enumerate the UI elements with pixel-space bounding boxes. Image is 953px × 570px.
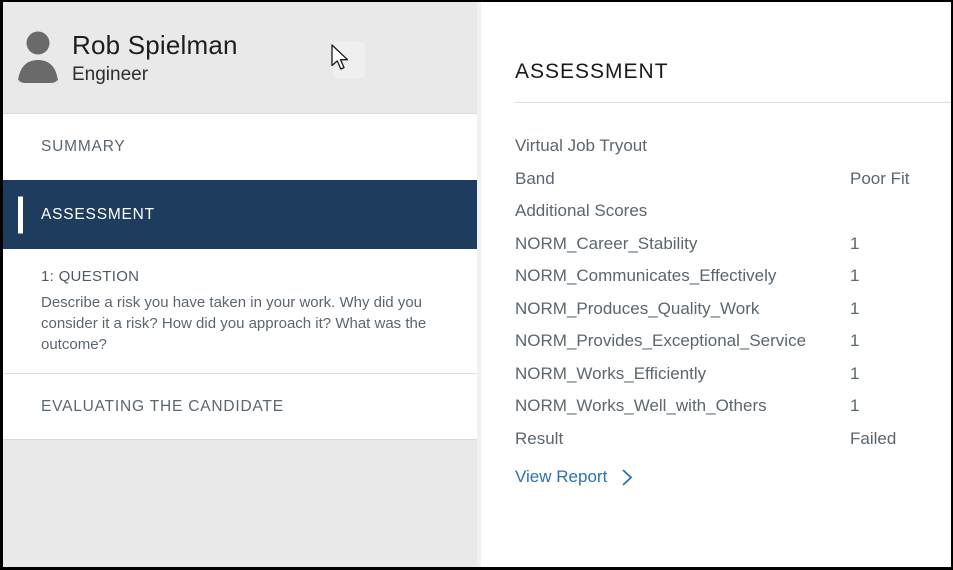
candidate-text-block: Rob Spielman Engineer [72, 30, 238, 86]
sidebar-item-label: ASSESSMENT [41, 206, 155, 224]
chevron-right-icon [621, 468, 633, 487]
score-label: Additional Scores [515, 201, 850, 221]
app-window: Rob Spielman Engineer SUMMARY ASSESSMENT… [0, 0, 953, 570]
score-row: Virtual Job Tryout [515, 130, 951, 163]
candidate-header: Rob Spielman Engineer [3, 2, 477, 114]
score-label: Band [515, 169, 850, 189]
sidebar: Rob Spielman Engineer SUMMARY ASSESSMENT… [3, 2, 477, 567]
view-report-label: View Report [515, 467, 607, 487]
active-indicator [18, 196, 23, 233]
sidebar-question-item[interactable]: 1: QUESTION Describe a risk you have tak… [3, 249, 477, 374]
score-value: 1 [850, 364, 951, 384]
score-label: Result [515, 429, 850, 449]
score-value: Poor Fit [850, 169, 951, 189]
assessment-panel: ASSESSMENT Virtual Job Tryout Band Poor … [481, 2, 951, 567]
score-row: NORM_Works_Well_with_Others 1 [515, 390, 951, 423]
panel-title: ASSESSMENT [515, 59, 951, 85]
candidate-name: Rob Spielman [72, 30, 238, 60]
score-value: 1 [850, 234, 951, 254]
view-report-link[interactable]: View Report [515, 467, 633, 487]
score-value: 1 [850, 266, 951, 286]
score-row: NORM_Produces_Quality_Work 1 [515, 293, 951, 326]
score-label: NORM_Produces_Quality_Work [515, 299, 850, 319]
score-label: NORM_Career_Stability [515, 234, 850, 254]
score-row: Additional Scores [515, 195, 951, 228]
score-label: NORM_Communicates_Effectively [515, 266, 850, 286]
score-label: NORM_Works_Well_with_Others [515, 396, 850, 416]
score-row: Result Failed [515, 423, 951, 456]
score-row: Band Poor Fit [515, 163, 951, 196]
question-title: 1: QUESTION [41, 268, 457, 285]
score-row: NORM_Provides_Exceptional_Service 1 [515, 325, 951, 358]
score-row: NORM_Communicates_Effectively 1 [515, 260, 951, 293]
score-value: 1 [850, 299, 951, 319]
score-label: NORM_Provides_Exceptional_Service [515, 331, 850, 351]
sidebar-item-summary[interactable]: SUMMARY [3, 114, 477, 180]
score-value: 1 [850, 396, 951, 416]
score-label: NORM_Works_Efficiently [515, 364, 850, 384]
sidebar-item-label: SUMMARY [41, 138, 126, 156]
sidebar-filler [3, 440, 477, 567]
score-row: NORM_Works_Efficiently 1 [515, 358, 951, 391]
score-table: Virtual Job Tryout Band Poor Fit Additio… [515, 130, 951, 455]
sidebar-item-evaluating[interactable]: EVALUATING THE CANDIDATE [3, 374, 477, 440]
panel-title-divider [515, 102, 951, 103]
score-value: 1 [850, 331, 951, 351]
person-icon [16, 30, 60, 85]
candidate-role: Engineer [72, 64, 238, 86]
question-text: Describe a risk you have taken in your w… [41, 292, 443, 355]
sidebar-item-assessment[interactable]: ASSESSMENT [3, 180, 477, 249]
sidebar-item-label: EVALUATING THE CANDIDATE [41, 398, 284, 416]
score-row: NORM_Career_Stability 1 [515, 228, 951, 261]
score-value: Failed [850, 429, 951, 449]
score-label: Virtual Job Tryout [515, 136, 850, 156]
